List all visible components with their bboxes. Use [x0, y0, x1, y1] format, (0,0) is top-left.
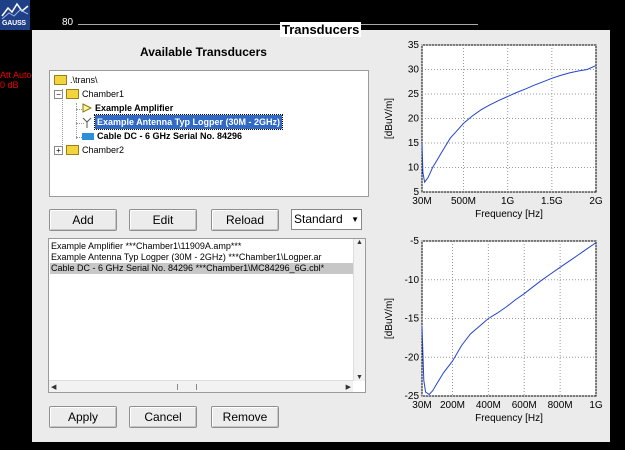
scroll-left-icon[interactable]: ◀	[51, 383, 56, 391]
x-tick-label: 400M	[476, 400, 501, 411]
attenuation-value: 0 dB	[0, 80, 19, 90]
y-tick-label: -25	[405, 391, 420, 402]
scroll-up-icon[interactable]: ▲	[356, 239, 363, 246]
tree-node-root[interactable]: .\trans\	[54, 73, 98, 87]
x-tick-label: 200M	[440, 400, 465, 411]
dialog-title: Transducers	[280, 22, 362, 37]
x-tick-label: 600M	[512, 400, 537, 411]
cancel-button[interactable]: Cancel	[129, 406, 197, 428]
chart-svg: 30M 500M 1G 1.5G 2G5101520253035Frequency [H…	[384, 40, 603, 220]
reload-button[interactable]: Reload	[211, 209, 279, 231]
cable-icon	[82, 132, 94, 140]
scroll-thumb[interactable]	[177, 384, 197, 390]
list-item[interactable]: Example Amplifier ***Chamber1\11909A.amp…	[50, 241, 353, 252]
mode-select[interactable]: Standard ▼	[291, 209, 362, 230]
y-tick-label: -5	[410, 236, 419, 247]
scroll-down-icon[interactable]: ▼	[356, 374, 363, 381]
x-axis-label: Frequency [Hz]	[475, 413, 543, 424]
background-scale-label: 80	[62, 17, 74, 28]
y-tick-label: 15	[408, 138, 420, 149]
remove-button[interactable]: Remove	[211, 406, 279, 428]
y-tick-label: -20	[405, 352, 420, 363]
tree-node-label: Chamber2	[82, 145, 125, 155]
y-tick-label: 30	[408, 65, 420, 76]
logo-text: GAUSS	[2, 20, 26, 27]
expand-icon[interactable]: +	[54, 145, 63, 155]
edit-button[interactable]: Edit	[129, 209, 197, 231]
tree-node-label: Example Antenna Typ Logper (30M - 2GHz)	[93, 114, 284, 130]
x-tick-label: 800M	[548, 400, 573, 411]
transducer-chart-bottom: 30M 200M 400M 600M 800M 1G -25 -20 -15 -10 -5 Frequ…	[382, 234, 612, 432]
x-tick-label: 1G	[501, 196, 515, 207]
y-tick-label: 25	[408, 89, 420, 100]
tree-node-cable[interactable]: Cable DC - 6 GHz Serial No. 84296	[82, 129, 242, 143]
tree-node-label: Cable DC - 6 GHz Serial No. 84296	[97, 131, 243, 141]
section-title: Available Transducers	[140, 45, 267, 59]
apply-button[interactable]: Apply	[49, 406, 117, 428]
y-tick-label: 35	[408, 40, 420, 51]
tree-node-antenna[interactable]: Example Antenna Typ Logper (30M - 2GHz)	[82, 114, 284, 130]
collapse-icon[interactable]: −	[54, 89, 63, 99]
selected-transducer-list[interactable]: Example Amplifier ***Chamber1\11909A.amp…	[48, 238, 366, 393]
folder-icon	[66, 145, 79, 155]
tree-node-chamber1[interactable]: − Chamber1	[54, 87, 124, 101]
transducer-chart-top: 30M 500M 1G 1.5G 2G 5 10 15 20 25 30 35 Frequency [H…	[382, 38, 612, 228]
y-tick-label: 10	[408, 163, 420, 174]
list-item-selected[interactable]: Cable DC - 6 GHz Serial No. 84296 ***Cha…	[50, 263, 353, 274]
amplifier-icon	[82, 103, 92, 113]
tree-node-label: Example Amplifier	[95, 103, 174, 113]
folder-icon	[54, 75, 67, 85]
tree-node-label: Chamber1	[82, 89, 125, 99]
chart-svg: 30M 200M 400M 600M 800M 1G-25-20-15-10-5Frequ…	[384, 236, 603, 424]
vertical-scrollbar[interactable]: ▲ ▼	[353, 239, 365, 381]
dropdown-arrow-icon[interactable]: ▼	[351, 210, 359, 229]
attenuation-status: Att Auto	[0, 70, 32, 80]
tree-node-chamber2[interactable]: + Chamber2	[54, 143, 124, 157]
x-tick-label: 500M	[451, 196, 476, 207]
x-tick-label: 2G	[589, 196, 603, 207]
horizontal-scrollbar[interactable]: ◀ ▶	[49, 380, 353, 392]
background-status: Att Auto 0 dB	[0, 70, 32, 90]
add-button[interactable]: Add	[49, 209, 117, 231]
list-item[interactable]: Example Antenna Typ Logper (30M - 2GHz) …	[50, 252, 353, 263]
x-axis-label: Frequency [Hz]	[475, 209, 543, 220]
background-axis-line	[78, 24, 478, 25]
scroll-right-icon[interactable]: ▶	[346, 383, 351, 391]
y-tick-label: -15	[405, 314, 420, 325]
mode-select-value: Standard	[294, 212, 343, 226]
x-tick-label: 1G	[589, 400, 603, 411]
tree-node-label: .\trans\	[70, 75, 98, 85]
y-axis-label: [dBuV/m]	[384, 298, 395, 339]
y-tick-label: -10	[405, 275, 420, 286]
x-tick-label: 1.5G	[541, 196, 563, 207]
tree-node-amplifier[interactable]: Example Amplifier	[82, 101, 173, 115]
transducer-tree[interactable]: .\trans\ − Chamber1 Example Amplifier Ex…	[49, 70, 369, 197]
y-tick-label: 5	[413, 187, 419, 198]
folder-icon	[66, 89, 79, 99]
y-tick-label: 20	[408, 114, 420, 125]
gauss-logo: GAUSS	[0, 0, 30, 30]
antenna-icon	[82, 117, 92, 128]
y-axis-label: [dBuV/m]	[384, 98, 395, 139]
